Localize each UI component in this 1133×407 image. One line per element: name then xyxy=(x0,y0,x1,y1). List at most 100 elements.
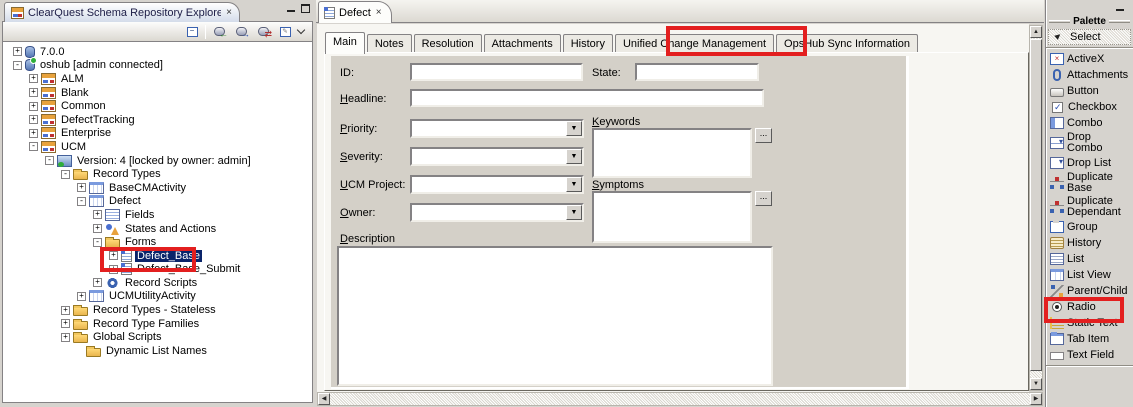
palette-item-drop-combo[interactable]: Drop Combo xyxy=(1046,131,1133,155)
expander-icon[interactable]: + xyxy=(29,74,38,83)
palette-item-history[interactable]: History xyxy=(1046,235,1133,251)
palette-header[interactable]: Palette xyxy=(1046,15,1133,28)
close-icon[interactable]: × xyxy=(225,8,233,18)
palette-item-static-text[interactable]: Static Text xyxy=(1046,315,1133,331)
chevron-down-icon[interactable]: ▼ xyxy=(566,121,582,136)
tree-item-blank[interactable]: +Blank xyxy=(3,86,312,100)
explorer-view-tab[interactable]: ClearQuest Schema Repository Explorer × xyxy=(4,2,240,22)
tree-item-defecttracking[interactable]: +DefectTracking xyxy=(3,113,312,127)
tree-item-defect-base-submit[interactable]: +Defect_Base_Submit xyxy=(3,263,312,277)
form-tab-attachments[interactable]: Attachments xyxy=(484,34,561,53)
tree-item-defect[interactable]: -Defect xyxy=(3,195,312,209)
palette-item-tab-item[interactable]: Tab Item xyxy=(1046,331,1133,347)
form-tab-main[interactable]: Main xyxy=(325,32,365,54)
tree-item-global-scripts[interactable]: +Global Scripts xyxy=(3,330,312,344)
tree-item-record-types[interactable]: -Record Types xyxy=(3,167,312,181)
expander-icon[interactable]: - xyxy=(77,197,86,206)
database-sync-icon[interactable]: ⇄ xyxy=(254,24,272,40)
expander-icon[interactable]: + xyxy=(29,88,38,97)
tree-item-record-type-families[interactable]: +Record Type Families xyxy=(3,317,312,331)
chevron-down-icon[interactable]: ▼ xyxy=(566,177,582,192)
palette-item-select[interactable]: Select xyxy=(1048,29,1131,45)
collapse-all-icon[interactable]: − xyxy=(183,24,201,40)
scroll-right-icon[interactable]: ▶ xyxy=(1030,393,1042,405)
tree-item-record-scripts[interactable]: +Record Scripts xyxy=(3,276,312,290)
symptoms-browse-button[interactable]: ... xyxy=(755,191,772,206)
tree-item-common[interactable]: +Common xyxy=(3,99,312,113)
expander-icon[interactable]: - xyxy=(13,61,22,70)
expander-icon[interactable]: + xyxy=(61,333,70,342)
tree-item-enterprise[interactable]: +Enterprise xyxy=(3,127,312,141)
palette-item-radio[interactable]: Radio xyxy=(1046,299,1133,315)
minimize-icon[interactable] xyxy=(1116,3,1125,12)
expander-icon[interactable]: + xyxy=(61,319,70,328)
tree-item-alm[interactable]: +ALM xyxy=(3,72,312,86)
tree-item-dynamic-list-names[interactable]: Dynamic List Names xyxy=(3,344,312,358)
expander-icon[interactable]: + xyxy=(29,102,38,111)
palette-item-attachments[interactable]: Attachments xyxy=(1046,67,1133,83)
chevron-down-icon[interactable] xyxy=(297,26,305,34)
form-tab-unified-change-management[interactable]: Unified Change Management xyxy=(615,34,774,53)
palette-item-group[interactable]: Group xyxy=(1046,219,1133,235)
vertical-scrollbar-thumb[interactable] xyxy=(1030,39,1042,371)
expander-icon[interactable]: + xyxy=(93,210,102,219)
tree-item-states-and-actions[interactable]: +States and Actions xyxy=(3,222,312,236)
palette-item-drop-list[interactable]: Drop List xyxy=(1046,155,1133,171)
headline-field[interactable] xyxy=(410,89,764,107)
tree-item-record-types-stateless[interactable]: +Record Types - Stateless xyxy=(3,303,312,317)
palette-item-list[interactable]: List xyxy=(1046,251,1133,267)
form-tab-notes[interactable]: Notes xyxy=(367,34,412,53)
palette-item-parent-child[interactable]: Parent/Child xyxy=(1046,283,1133,299)
tree-item-basecmactivity[interactable]: +BaseCMActivity xyxy=(3,181,312,195)
expander-icon[interactable]: + xyxy=(61,306,70,315)
expander-icon[interactable]: - xyxy=(29,142,38,151)
ucm-project-dropdown[interactable]: ▼ xyxy=(410,175,584,194)
tree-item-defect-base[interactable]: +Defect_Base xyxy=(3,249,312,263)
form-tab-resolution[interactable]: Resolution xyxy=(414,34,482,53)
expander-icon[interactable]: + xyxy=(29,115,38,124)
tree-item-forms[interactable]: -Forms xyxy=(3,235,312,249)
id-field[interactable] xyxy=(410,63,583,81)
minimize-icon[interactable] xyxy=(287,4,296,13)
palette-item-checkbox[interactable]: Checkbox xyxy=(1046,99,1133,115)
palette-item-combo[interactable]: Combo xyxy=(1046,115,1133,131)
expander-icon[interactable]: + xyxy=(109,251,118,260)
maximize-icon[interactable] xyxy=(301,4,310,13)
priority-dropdown[interactable]: ▼ xyxy=(410,119,584,138)
scroll-up-icon[interactable]: ▲ xyxy=(1030,26,1042,38)
palette-item-duplicate-dependant[interactable]: Duplicate Dependant xyxy=(1046,195,1133,219)
expander-icon[interactable]: + xyxy=(93,224,102,233)
vertical-scrollbar[interactable]: ▲ ▼ xyxy=(1029,25,1043,391)
expander-icon[interactable]: + xyxy=(77,292,86,301)
tree-item-ucmutilityactivity[interactable]: +UCMUtilityActivity xyxy=(3,290,312,304)
tree-item-oshub[interactable]: -oshub [admin connected] xyxy=(3,59,312,73)
severity-dropdown[interactable]: ▼ xyxy=(410,147,584,166)
form-tab-opshub-sync-information[interactable]: OpsHub Sync Information xyxy=(776,34,918,53)
page-edit-icon[interactable]: ✎ xyxy=(276,24,294,40)
palette-item-activex[interactable]: ActiveX xyxy=(1046,51,1133,67)
keywords-browse-button[interactable]: ... xyxy=(755,128,772,143)
database-arrow-left-icon[interactable]: ← xyxy=(210,24,228,40)
scroll-left-icon[interactable]: ◀ xyxy=(318,393,330,405)
expander-icon[interactable]: + xyxy=(93,278,102,287)
keywords-field[interactable] xyxy=(592,128,752,178)
horizontal-scrollbar[interactable]: ◀ ▶ xyxy=(317,392,1043,406)
tree-item-7-0-0[interactable]: +7.0.0 xyxy=(3,45,312,59)
expander-icon[interactable]: + xyxy=(109,265,118,274)
chevron-down-icon[interactable]: ▼ xyxy=(566,205,582,220)
database-arrow-right-icon[interactable]: → xyxy=(232,24,250,40)
palette-item-list-view[interactable]: List View xyxy=(1046,267,1133,283)
tree-item-ucm[interactable]: -UCM xyxy=(3,140,312,154)
close-icon[interactable]: × xyxy=(375,8,383,18)
expander-icon[interactable]: - xyxy=(61,170,70,179)
editor-tab-defect[interactable]: Defect × xyxy=(318,1,392,23)
tree-item-version-4[interactable]: -Version: 4 [locked by owner: admin] xyxy=(3,154,312,168)
scroll-down-icon[interactable]: ▼ xyxy=(1030,378,1042,390)
form-tab-history[interactable]: History xyxy=(563,34,613,53)
symptoms-field[interactable] xyxy=(592,191,752,243)
palette-item-button[interactable]: Button xyxy=(1046,83,1133,99)
description-field[interactable] xyxy=(337,246,773,386)
palette-item-duplicate-base[interactable]: Duplicate Base xyxy=(1046,171,1133,195)
expander-icon[interactable]: + xyxy=(13,47,22,56)
expander-icon[interactable]: + xyxy=(29,129,38,138)
